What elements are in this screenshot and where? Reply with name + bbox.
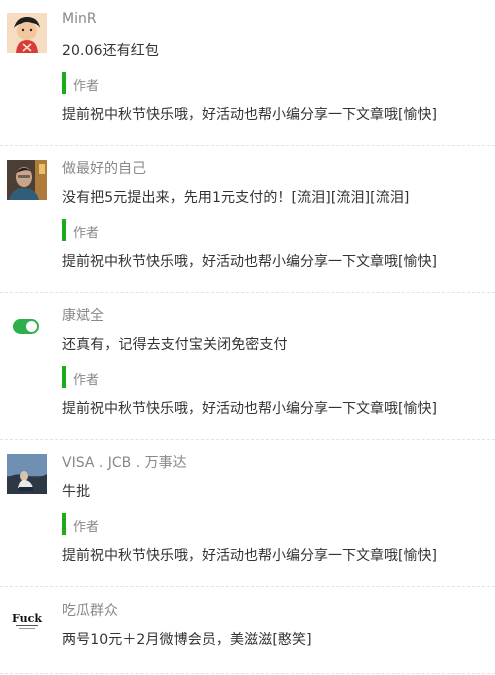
comment-text: 20.06还有红包 <box>62 43 159 59</box>
author-reply-marker <box>62 513 66 535</box>
text-logo-avatar-icon[interactable]: Fuck <box>7 603 47 643</box>
comment-text: 两号10元＋2月微博会员，美滋滋[憨笑] <box>62 632 312 648</box>
author-reply-label: 作者 <box>73 79 100 94</box>
toggle-avatar-icon[interactable] <box>13 319 39 334</box>
photo-avatar-icon[interactable] <box>7 160 47 200</box>
landscape-avatar-icon[interactable] <box>7 454 47 494</box>
comment-text: 没有把5元提出来，先用1元支付的！[流泪][流泪][流泪] <box>62 190 410 206</box>
author-reply-text: 提前祝中秋节快乐哦，好活动也帮小编分享一下文章哦[愉快] <box>62 254 437 270</box>
comment-nickname[interactable]: VISA . JCB . 万事达 <box>62 452 187 472</box>
comment-nickname[interactable]: MinR <box>62 11 97 27</box>
author-reply-text: 提前祝中秋节快乐哦，好活动也帮小编分享一下文章哦[愉快] <box>62 107 437 123</box>
author-reply-text: 提前祝中秋节快乐哦，好活动也帮小编分享一下文章哦[愉快] <box>62 548 437 564</box>
comment-nickname[interactable]: 做最好的自己 <box>62 158 146 178</box>
author-reply-label: 作者 <box>73 373 100 388</box>
logo-text: Fuck <box>12 612 42 625</box>
comment-nickname[interactable]: 吃瓜群众 <box>62 600 118 620</box>
author-reply-marker <box>62 72 66 94</box>
comment-item: 康斌全 还真有，记得去支付宝关闭免密支付 作者 提前祝中秋节快乐哦，好活动也帮小… <box>0 293 495 440</box>
comment-item: MinR 20.06还有红包 作者 提前祝中秋节快乐哦，好活动也帮小编分享一下文… <box>0 0 495 146</box>
author-reply-label: 作者 <box>73 520 100 535</box>
comment-item: VISA . JCB . 万事达 牛批 作者 提前祝中秋节快乐哦，好活动也帮小编… <box>0 440 495 587</box>
comment-item: Fuck 吃瓜群众 两号10元＋2月微博会员，美滋滋[憨笑] <box>0 587 495 674</box>
author-reply-marker <box>62 219 66 241</box>
author-reply-text: 提前祝中秋节快乐哦，好活动也帮小编分享一下文章哦[愉快] <box>62 401 437 417</box>
comment-nickname[interactable]: 康斌全 <box>62 305 104 325</box>
author-reply-label: 作者 <box>73 226 100 241</box>
toggle-switch-icon <box>13 319 39 334</box>
comment-list: MinR 20.06还有红包 作者 提前祝中秋节快乐哦，好活动也帮小编分享一下文… <box>0 0 495 674</box>
comment-text: 还真有，记得去支付宝关闭免密支付 <box>62 337 288 353</box>
cartoon-avatar-icon[interactable] <box>7 13 47 53</box>
author-reply-marker <box>62 366 66 388</box>
comment-item: 做最好的自己 没有把5元提出来，先用1元支付的！[流泪][流泪][流泪] 作者 … <box>0 146 495 293</box>
comment-text: 牛批 <box>62 484 91 500</box>
